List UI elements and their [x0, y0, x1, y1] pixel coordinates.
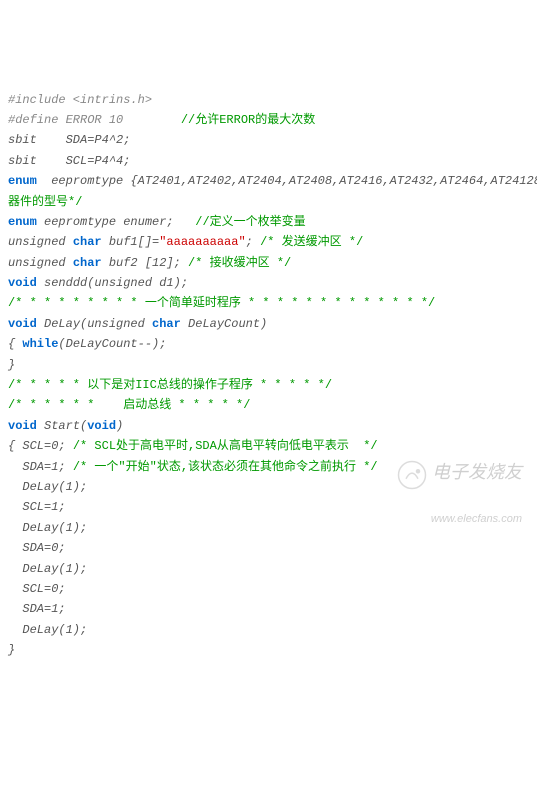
code-token: DeLayCount): [181, 317, 267, 331]
code-token: { SCL=0;: [8, 439, 73, 453]
code-token: //定义一个枚举变量: [195, 215, 305, 229]
code-line: enum eepromtype enumer; //定义一个枚举变量: [8, 212, 529, 232]
code-token: //允许ERROR的最大次数: [181, 113, 315, 127]
code-token: unsigned: [8, 256, 73, 270]
code-token: SCL=0;: [8, 582, 66, 596]
code-token: char: [73, 256, 102, 270]
code-token: DeLay(1);: [8, 562, 87, 576]
code-token: #include <intrins.h>: [8, 93, 152, 107]
code-line: /* * * * * 以下是对IIC总线的操作子程序 * * * * */: [8, 375, 529, 395]
code-line: DeLay(1);: [8, 559, 529, 579]
code-token: #define ERROR 10: [8, 113, 181, 127]
code-token: void: [8, 419, 37, 433]
code-token: DeLay(1);: [8, 623, 87, 637]
code-line: SDA=1;: [8, 599, 529, 619]
code-line: /* * * * * * * * * 一个简单延时程序 * * * * * * …: [8, 293, 529, 313]
code-token: /* * * * * * * * * 一个简单延时程序 * * * * * * …: [8, 296, 435, 310]
code-token: SDA=1;: [8, 602, 66, 616]
code-token: /* * * * * * 启动总线 * * * * */: [8, 398, 250, 412]
watermark-text: 电子发烧友: [432, 462, 522, 482]
code-token: sbit SCL=P4^4;: [8, 154, 130, 168]
code-token: SDA=1;: [8, 460, 73, 474]
code-line: }: [8, 355, 529, 375]
code-token: SDA=0;: [8, 541, 66, 555]
logo-icon: [397, 460, 427, 490]
code-token: void: [87, 419, 116, 433]
code-line: unsigned char buf1[]="aaaaaaaaaa"; /* 发送…: [8, 232, 529, 252]
code-token: eepromtype enumer;: [37, 215, 195, 229]
code-block: #include <intrins.h> #define ERROR 10 //允…: [8, 90, 529, 661]
code-token: DeLay(1);: [8, 521, 87, 535]
code-token: void: [8, 317, 37, 331]
code-token: SCL=1;: [8, 500, 66, 514]
code-line: void senddd(unsigned d1);: [8, 273, 529, 293]
code-token: enum: [8, 215, 37, 229]
code-token: /* 一个"开始"状态,该状态必须在其他命令之前执行 */: [73, 460, 378, 474]
code-token: /* SCL处于高电平时,SDA从高电平转向低电平表示 */: [73, 439, 378, 453]
code-token: char: [152, 317, 181, 331]
code-token: while: [22, 337, 58, 351]
code-token: char: [73, 235, 102, 249]
code-token: eepromtype {AT2401,AT2402,AT2404,AT2408,…: [37, 174, 537, 188]
code-token: enum: [8, 174, 37, 188]
code-token: ): [116, 419, 123, 433]
code-line: enum eepromtype {AT2401,AT2402,AT2404,AT…: [8, 171, 529, 191]
code-line: #define ERROR 10 //允许ERROR的最大次数: [8, 110, 529, 130]
code-token: void: [8, 276, 37, 290]
code-line: #include <intrins.h>: [8, 90, 529, 110]
code-line: SCL=0;: [8, 579, 529, 599]
code-token: DeLay(unsigned: [37, 317, 152, 331]
code-line: /* * * * * * 启动总线 * * * * */: [8, 395, 529, 415]
code-token: buf2 [12];: [102, 256, 188, 270]
code-token: /* 接收缓冲区 */: [188, 256, 291, 270]
code-token: senddd(unsigned d1);: [37, 276, 188, 290]
code-token: ;: [246, 235, 260, 249]
code-line: { while(DeLayCount--);: [8, 334, 529, 354]
watermark: 电子发烧友 www.elecfans.com: [390, 436, 522, 549]
watermark-url: www.elecfans.com: [390, 510, 522, 529]
code-token: {: [8, 337, 22, 351]
code-line: sbit SDA=P4^2;: [8, 130, 529, 150]
code-line: unsigned char buf2 [12]; /* 接收缓冲区 */: [8, 253, 529, 273]
code-token: "aaaaaaaaaa": [159, 235, 245, 249]
code-token: buf1[]=: [102, 235, 160, 249]
code-token: /* 发送缓冲区 */: [260, 235, 363, 249]
code-token: DeLay(1);: [8, 480, 87, 494]
code-token: Start(: [37, 419, 87, 433]
code-line: DeLay(1);: [8, 620, 529, 640]
code-line: void Start(void): [8, 416, 529, 436]
code-line: void DeLay(unsigned char DeLayCount): [8, 314, 529, 334]
code-token: 器件的型号*/: [8, 195, 82, 209]
code-token: }: [8, 358, 15, 372]
code-token: sbit SDA=P4^2;: [8, 133, 130, 147]
code-line: 器件的型号*/: [8, 192, 529, 212]
code-token: unsigned: [8, 235, 73, 249]
code-token: }: [8, 643, 15, 657]
code-token: (DeLayCount--);: [58, 337, 166, 351]
code-token: /* * * * * 以下是对IIC总线的操作子程序 * * * * */: [8, 378, 332, 392]
code-line: }: [8, 640, 529, 660]
code-line: sbit SCL=P4^4;: [8, 151, 529, 171]
